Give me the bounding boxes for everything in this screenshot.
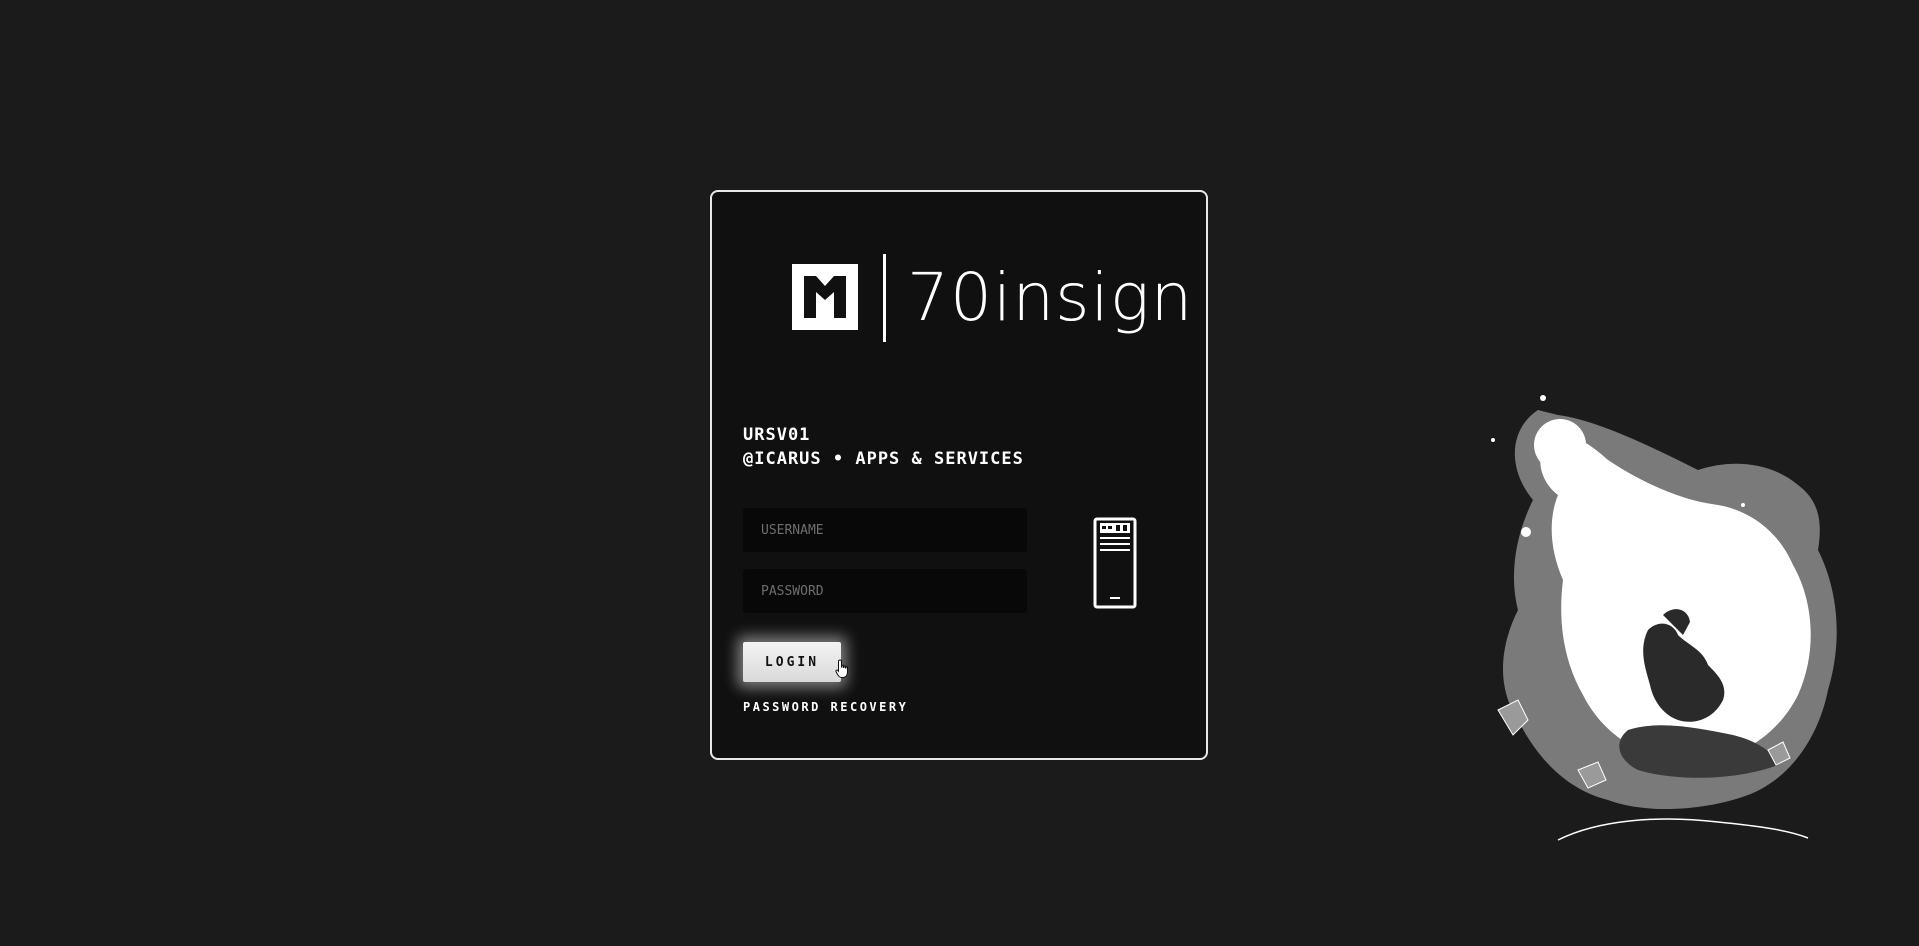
brand-logo-icon (792, 264, 858, 330)
server-tower-icon (1093, 517, 1137, 609)
hand-pointer-icon (835, 659, 848, 678)
password-recovery-link[interactable]: PASSWORD RECOVERY (743, 700, 908, 714)
brand-name: 70insign (907, 259, 1194, 336)
energy-ball-warrior-illustration (1491, 395, 1837, 841)
login-page: 70insign URSV01 @ICARUS • APPS & SERVICE… (0, 0, 1919, 946)
username-input[interactable] (743, 508, 1027, 552)
login-card: 70insign URSV01 @ICARUS • APPS & SERVICE… (710, 190, 1208, 760)
server-title: URSV01 @ICARUS • APPS & SERVICES (743, 423, 1024, 471)
password-input[interactable] (743, 569, 1027, 613)
brand-logo: 70insign (782, 254, 1192, 344)
logo-divider (883, 254, 886, 342)
server-subtitle: @ICARUS • APPS & SERVICES (743, 449, 1024, 469)
server-name: URSV01 (743, 425, 811, 445)
login-button[interactable]: LOGIN (743, 642, 841, 682)
